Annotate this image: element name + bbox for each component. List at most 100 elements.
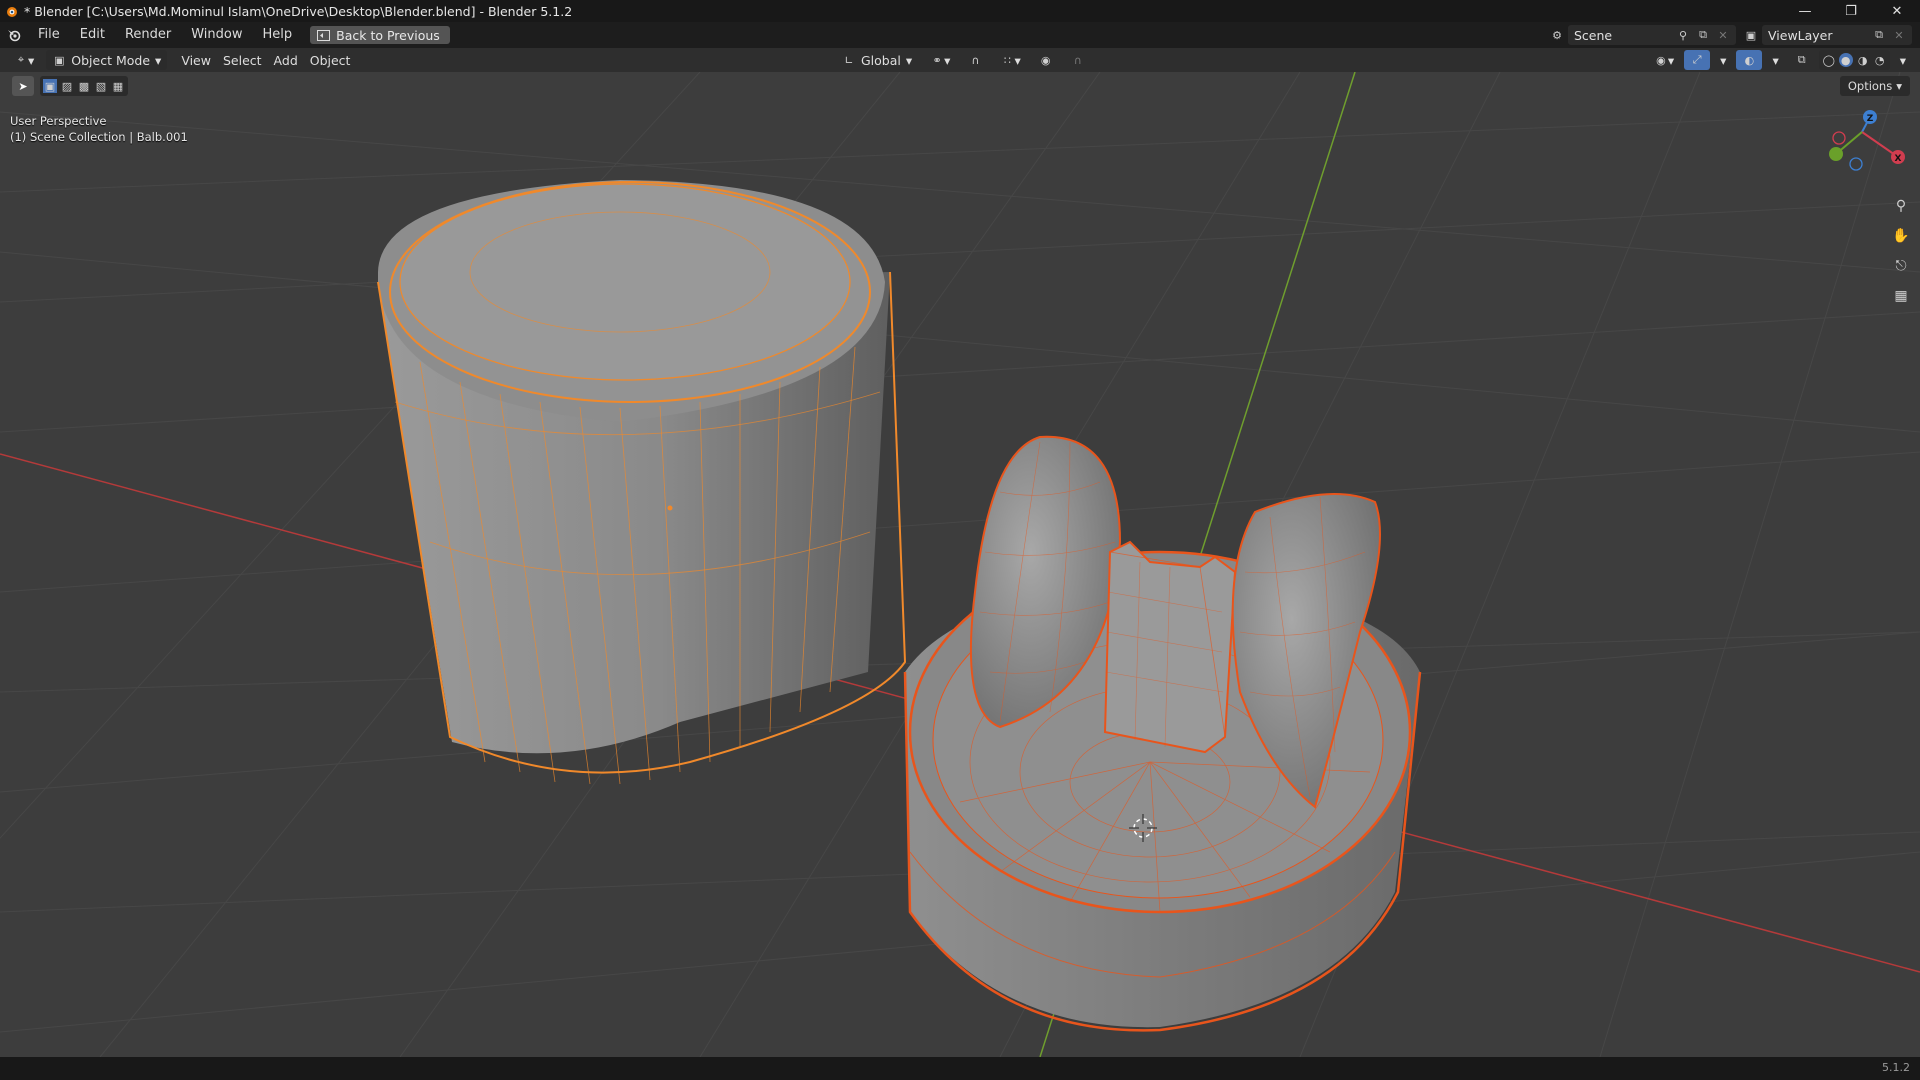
cylinder-lid-object bbox=[377, 180, 907, 785]
orientation-axes-icon: ∟ bbox=[844, 53, 854, 67]
scene-icon[interactable]: ⚙ bbox=[1550, 28, 1564, 42]
pin-icon[interactable]: ⚲ bbox=[1676, 28, 1690, 42]
zoom-magnifier-icon: ⚲ bbox=[1895, 198, 1907, 214]
restore-button[interactable]: ❐ bbox=[1828, 0, 1874, 22]
proportional-edit-toggle[interactable]: ◉ bbox=[1033, 50, 1059, 70]
grid-icon: ▦ bbox=[1894, 288, 1908, 304]
wireframe-shading-icon[interactable]: ◯ bbox=[1822, 53, 1836, 67]
gizmo-x-label: X bbox=[1895, 154, 1902, 164]
top-menubar: File Edit Render Window Help Back to Pre… bbox=[0, 22, 1920, 48]
chevron-down-icon: ▾ bbox=[1896, 79, 1902, 93]
blender-menu-icon[interactable] bbox=[0, 22, 28, 48]
falloff-dropdown[interactable]: ∩ bbox=[1065, 50, 1091, 70]
menu-edit[interactable]: Edit bbox=[70, 22, 115, 48]
perspective-label: User Perspective bbox=[10, 114, 107, 128]
screen-back-icon bbox=[316, 28, 330, 42]
new-scene-icon[interactable]: ⧉ bbox=[1696, 28, 1710, 42]
object-mode-dropdown[interactable]: ▣ Object Mode ▾ bbox=[46, 50, 168, 70]
version-label: 5.1.2 bbox=[1882, 1061, 1910, 1074]
shading-modes: ◯ ● ◑ ◔ bbox=[1818, 50, 1890, 70]
shading-dropdown[interactable]: ▾ bbox=[1894, 50, 1912, 70]
back-to-previous-label: Back to Previous bbox=[336, 27, 440, 43]
editor-type-button[interactable]: ⌖ ▾ bbox=[8, 50, 40, 70]
select-intersect-icon[interactable]: ▦ bbox=[111, 79, 125, 93]
transform-orientation-label: Global bbox=[861, 52, 901, 68]
zoom-button[interactable]: ⚲ bbox=[1888, 194, 1914, 218]
chevron-down-icon: ▾ bbox=[905, 52, 913, 68]
visibility-dropdown[interactable]: ◉ ▾ bbox=[1648, 50, 1680, 70]
pivot-icon: ⚭ bbox=[932, 53, 942, 67]
overlays-dropdown[interactable]: ▾ bbox=[1766, 50, 1784, 70]
gizmo-dropdown[interactable]: ▾ bbox=[1714, 50, 1732, 70]
falloff-curve-icon: ∩ bbox=[1073, 53, 1082, 67]
menu-object[interactable]: Object bbox=[304, 50, 357, 70]
hand-icon: ✋ bbox=[1892, 228, 1910, 244]
cursor-arrow-icon: ➤ bbox=[18, 79, 28, 93]
pivot-point-dropdown[interactable]: ⚭ ▾ bbox=[924, 50, 956, 70]
menu-help[interactable]: Help bbox=[253, 22, 303, 48]
menu-file[interactable]: File bbox=[28, 22, 70, 48]
camera-view-button[interactable]: ⎋ bbox=[1888, 254, 1914, 278]
menu-window[interactable]: Window bbox=[181, 22, 252, 48]
minimize-button[interactable]: — bbox=[1782, 0, 1828, 22]
options-dropdown[interactable]: Options ▾ bbox=[1839, 76, 1910, 96]
navigation-gizmo: Z X bbox=[1829, 110, 1905, 171]
3d-viewport[interactable]: Z X ➤ ▣ ▨ ▩ ▧ ▦ User Perspective (1) Sce… bbox=[0, 72, 1920, 1057]
close-button[interactable]: ✕ bbox=[1874, 0, 1920, 22]
blender-app-icon bbox=[0, 0, 22, 22]
pan-button[interactable]: ✋ bbox=[1888, 224, 1914, 248]
options-label: Options bbox=[1847, 79, 1893, 93]
gizmo-icon: ⤢ bbox=[1692, 53, 1702, 66]
window-titlebar: * Blender [C:\Users\Md.Mominul Islam\One… bbox=[0, 0, 1920, 22]
view-layer-selector[interactable]: ViewLayer ⧉ ✕ bbox=[1762, 25, 1912, 45]
window-title: * Blender [C:\Users\Md.Mominul Islam\One… bbox=[24, 3, 573, 19]
solid-shading-icon[interactable]: ● bbox=[1838, 53, 1853, 67]
base-with-wings-object bbox=[903, 435, 1422, 1032]
snap-grid-icon: ∷ bbox=[1003, 53, 1011, 67]
scene-selector[interactable]: Scene ⚲ ⧉ ✕ bbox=[1568, 25, 1736, 45]
editor-type-icon: ⌖ bbox=[17, 53, 25, 66]
selection-mode-group: ▣ ▨ ▩ ▧ ▦ bbox=[40, 76, 128, 96]
navigation-tools: ⚲ ✋ ⎋ ▦ bbox=[1888, 194, 1914, 308]
snap-toggle[interactable]: ∩ bbox=[962, 50, 988, 70]
scene-name: Scene bbox=[1574, 27, 1613, 43]
select-invert-icon[interactable]: ▧ bbox=[94, 79, 108, 93]
menu-render[interactable]: Render bbox=[115, 22, 181, 48]
xray-icon: ⧉ bbox=[1797, 53, 1806, 66]
object-mode-label: Object Mode bbox=[71, 52, 151, 68]
gizmo-toggle[interactable]: ⤢ bbox=[1684, 50, 1711, 70]
menu-view[interactable]: View bbox=[175, 50, 217, 70]
magnet-icon: ∩ bbox=[971, 53, 980, 67]
select-subtract-icon[interactable]: ▩ bbox=[77, 79, 91, 93]
select-extend-icon[interactable]: ▨ bbox=[60, 79, 74, 93]
view-layer-name: ViewLayer bbox=[1768, 27, 1833, 43]
transform-orientation-dropdown[interactable]: ∟ Global ▾ bbox=[836, 50, 918, 70]
overlays-toggle[interactable]: ◐ bbox=[1736, 50, 1763, 70]
menu-select[interactable]: Select bbox=[217, 50, 268, 70]
rendered-shading-icon[interactable]: ◔ bbox=[1873, 53, 1887, 67]
viewport-header: ⌖ ▾ ▣ Object Mode ▾ View Select Add Objec… bbox=[0, 48, 1920, 72]
eye-icon: ◉ bbox=[1656, 53, 1666, 67]
status-bar: 5.1.2 bbox=[0, 1057, 1920, 1080]
new-view-layer-icon[interactable]: ⧉ bbox=[1872, 28, 1886, 42]
material-shading-icon[interactable]: ◑ bbox=[1856, 53, 1870, 67]
chevron-down-icon: ▾ bbox=[155, 52, 162, 68]
snap-target-dropdown[interactable]: ∷ ▾ bbox=[994, 50, 1026, 70]
object-mode-icon: ▣ bbox=[54, 53, 65, 67]
back-to-previous-button[interactable]: Back to Previous bbox=[310, 26, 450, 44]
camera-icon: ⎋ bbox=[1895, 258, 1907, 274]
overlays-icon: ◐ bbox=[1744, 53, 1755, 67]
viewport-tool-row: ➤ ▣ ▨ ▩ ▧ ▦ bbox=[12, 76, 128, 96]
collection-label: (1) Scene Collection | Balb.001 bbox=[10, 130, 188, 144]
select-tool-button[interactable]: ➤ bbox=[12, 76, 34, 96]
select-new-icon[interactable]: ▣ bbox=[43, 79, 57, 93]
delete-scene-icon[interactable]: ✕ bbox=[1716, 28, 1730, 42]
ortho-toggle-button[interactable]: ▦ bbox=[1888, 284, 1914, 308]
xray-toggle[interactable]: ⧉ bbox=[1789, 50, 1815, 70]
viewport-scene: Z X bbox=[0, 72, 1920, 1057]
view-layer-icon[interactable]: ▣ bbox=[1744, 28, 1758, 42]
menu-add[interactable]: Add bbox=[268, 50, 304, 70]
delete-view-layer-icon[interactable]: ✕ bbox=[1892, 28, 1906, 42]
gizmo-z-label: Z bbox=[1867, 114, 1874, 124]
proportional-edit-icon: ◉ bbox=[1040, 53, 1051, 67]
